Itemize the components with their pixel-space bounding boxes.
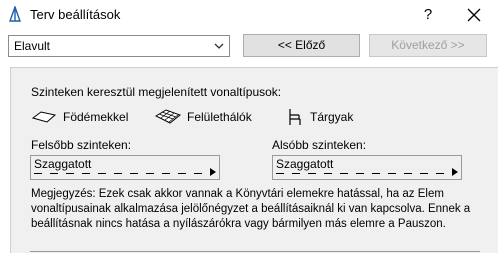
option-meshes[interactable]: Felülethálók: [155, 108, 252, 126]
preset-dropdown[interactable]: Elavult: [8, 35, 230, 57]
lower-stories-label: Alsóbb szinteken:: [272, 138, 367, 152]
lower-linetype-picker[interactable]: Szaggatott: [272, 155, 462, 180]
slab-icon: [31, 111, 57, 123]
chevron-down-icon: [214, 43, 224, 49]
close-icon: [467, 8, 481, 22]
option-slabs-label: Födémekkel: [63, 110, 129, 124]
window-title: Terv beállítások: [30, 7, 121, 22]
option-objects-label: Tárgyak: [310, 110, 354, 124]
archicad-app-icon: [9, 6, 21, 22]
dashed-line-preview: [276, 173, 448, 174]
upper-linetype-picker[interactable]: Szaggatott: [30, 155, 220, 180]
triangle-right-icon: [210, 168, 216, 176]
option-objects[interactable]: Tárgyak: [286, 108, 353, 126]
option-meshes-label: Felülethálók: [187, 110, 252, 124]
section-heading: Szinteken keresztül megjelenített vonalt…: [31, 85, 282, 99]
triangle-right-icon: [452, 168, 458, 176]
close-button[interactable]: [462, 4, 486, 26]
upper-stories-label: Felsőbb szinteken:: [31, 138, 132, 152]
option-slabs[interactable]: Födémekkel: [31, 108, 128, 126]
dashed-line-preview: [34, 173, 206, 174]
chair-icon: [289, 109, 301, 125]
next-button[interactable]: Következő >>: [369, 34, 487, 57]
lower-linetype-name: Szaggatott: [276, 157, 334, 171]
title-bar: Terv beállítások ?: [0, 0, 498, 30]
previous-button[interactable]: << Előző: [243, 34, 360, 57]
help-button[interactable]: ?: [418, 5, 438, 25]
divider: [30, 251, 480, 252]
preset-dropdown-value: Elavult: [14, 39, 51, 53]
note-text: Megjegyzés: Ezek csak akkor vannak a Kön…: [31, 188, 471, 230]
upper-linetype-name: Szaggatott: [34, 157, 92, 171]
mesh-icon: [155, 109, 181, 124]
